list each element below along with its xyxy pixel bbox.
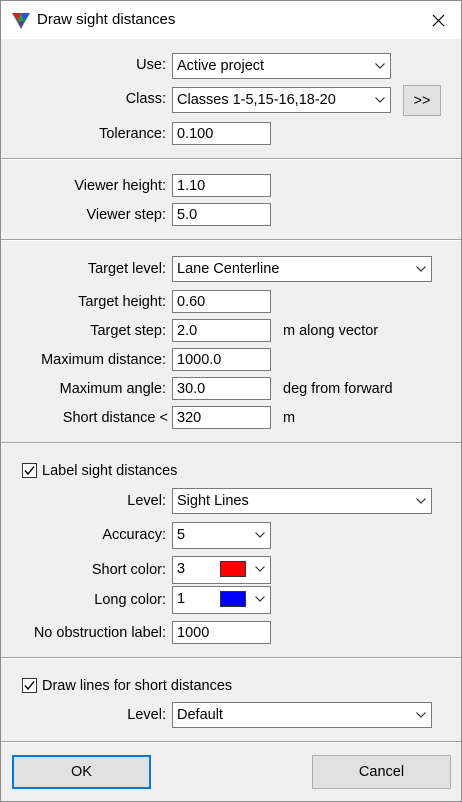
short-color-dropdown[interactable]: 3 xyxy=(172,556,271,584)
separator xyxy=(1,741,461,743)
label-sight-distances-checkbox[interactable] xyxy=(22,463,37,478)
app-icon xyxy=(12,13,30,29)
draw-level-label: Level: xyxy=(127,707,166,723)
draw-lines-label[interactable]: Draw lines for short distances xyxy=(42,678,232,694)
long-color-label: Long color: xyxy=(94,592,166,608)
separator xyxy=(1,657,461,659)
max-angle-label: Maximum angle: xyxy=(59,381,166,397)
accuracy-value: 5 xyxy=(177,527,186,543)
window-title: Draw sight distances xyxy=(37,11,176,28)
chevron-down-icon xyxy=(250,523,270,547)
label-sight-distances-label[interactable]: Label sight distances xyxy=(42,463,177,479)
draw-lines-checkbox[interactable] xyxy=(22,678,37,693)
label-level-dropdown[interactable]: Sight Lines xyxy=(172,488,432,514)
short-distance-field[interactable]: 320 xyxy=(172,406,271,429)
target-height-field[interactable]: 0.60 xyxy=(172,290,271,313)
checkmark-icon xyxy=(24,466,35,476)
chevron-down-icon xyxy=(250,557,270,581)
chevron-down-icon xyxy=(411,489,431,513)
dialog-window: Draw sight distances Use: Active project… xyxy=(0,0,462,802)
chevron-down-icon xyxy=(411,257,431,281)
cancel-button[interactable]: Cancel xyxy=(312,755,451,789)
viewer-height-field[interactable]: 1.10 xyxy=(172,174,271,197)
max-angle-field[interactable]: 30.0 xyxy=(172,377,271,400)
viewer-step-field[interactable]: 5.0 xyxy=(172,203,271,226)
chevron-down-icon xyxy=(411,703,431,727)
class-more-button[interactable]: >> xyxy=(403,85,441,116)
viewer-step-label: Viewer step: xyxy=(86,207,166,223)
long-color-value: 1 xyxy=(177,591,186,607)
accuracy-label: Accuracy: xyxy=(102,527,166,543)
short-distance-unit: m xyxy=(283,410,296,426)
short-color-swatch xyxy=(220,561,246,577)
class-dropdown[interactable]: Classes 1-5,15-16,18-20 xyxy=(172,87,391,113)
class-label: Class: xyxy=(125,91,166,107)
ok-button[interactable]: OK xyxy=(12,755,151,789)
target-step-label: Target step: xyxy=(90,323,166,339)
close-icon xyxy=(432,14,444,26)
target-level-label: Target level: xyxy=(87,261,166,277)
tolerance-label: Tolerance: xyxy=(99,126,166,142)
checkmark-icon xyxy=(24,681,35,691)
label-level-value: Sight Lines xyxy=(177,493,249,509)
use-value: Active project xyxy=(177,58,265,74)
target-step-unit: m along vector xyxy=(283,323,379,339)
chevron-down-icon xyxy=(370,88,390,112)
no-obstruction-field[interactable]: 1000 xyxy=(172,621,271,644)
short-color-label: Short color: xyxy=(91,562,166,578)
class-value: Classes 1-5,15-16,18-20 xyxy=(177,92,336,108)
short-distance-label: Short distance < xyxy=(62,410,168,426)
target-step-field[interactable]: 2.0 xyxy=(172,319,271,342)
long-color-swatch xyxy=(220,591,246,607)
target-level-dropdown[interactable]: Lane Centerline xyxy=(172,256,432,282)
separator xyxy=(1,442,461,444)
max-distance-label: Maximum distance: xyxy=(41,352,166,368)
tolerance-field[interactable]: 0.100 xyxy=(172,122,271,145)
target-height-label: Target height: xyxy=(78,294,166,310)
separator xyxy=(1,158,461,160)
separator xyxy=(1,239,461,241)
long-color-dropdown[interactable]: 1 xyxy=(172,586,271,614)
accuracy-dropdown[interactable]: 5 xyxy=(172,522,271,549)
close-button[interactable] xyxy=(415,1,461,39)
max-angle-unit: deg from forward xyxy=(283,381,393,397)
target-level-value: Lane Centerline xyxy=(177,261,280,277)
chevron-down-icon xyxy=(370,54,390,78)
draw-level-dropdown[interactable]: Default xyxy=(172,702,432,728)
chevron-down-icon xyxy=(250,587,270,611)
short-color-value: 3 xyxy=(177,561,186,577)
viewer-height-label: Viewer height: xyxy=(74,178,166,194)
draw-level-value: Default xyxy=(177,707,223,723)
no-obstruction-label: No obstruction label: xyxy=(33,625,166,641)
use-dropdown[interactable]: Active project xyxy=(172,53,391,79)
max-distance-field[interactable]: 1000.0 xyxy=(172,348,271,371)
level-label: Level: xyxy=(127,493,166,509)
title-bar: Draw sight distances xyxy=(1,1,461,39)
use-label: Use: xyxy=(136,57,166,73)
